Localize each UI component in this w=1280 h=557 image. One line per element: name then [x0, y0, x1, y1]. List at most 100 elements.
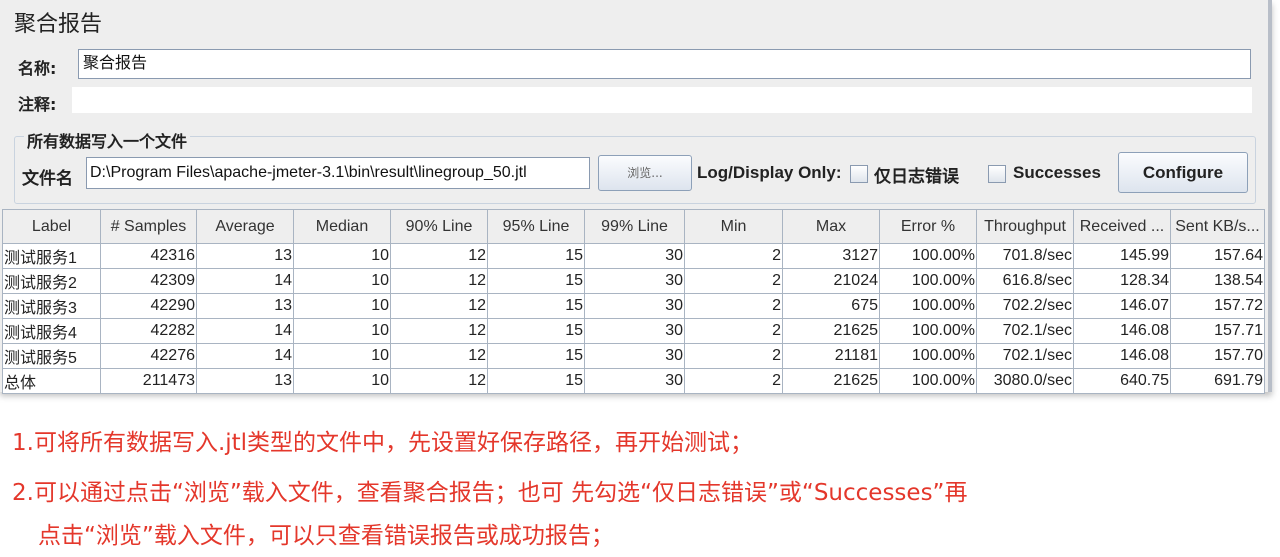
table-cell: 3080.0/sec	[976, 368, 1074, 394]
column-header[interactable]: Received ...	[1073, 209, 1171, 244]
table-cell: 14	[196, 318, 294, 344]
table-cell: 13	[196, 293, 294, 319]
table-cell: 100.00%	[879, 343, 977, 369]
table-cell: 测试服务1	[2, 243, 101, 269]
table-cell: 2	[684, 343, 783, 369]
successes-label: Successes	[1013, 163, 1101, 182]
table-cell: 测试服务3	[2, 293, 101, 319]
table-cell: 30	[584, 318, 685, 344]
table-cell: 15	[487, 318, 585, 344]
column-header[interactable]: # Samples	[100, 209, 197, 244]
table-cell: 42316	[100, 243, 197, 269]
table-cell: 100.00%	[879, 243, 977, 269]
name-input[interactable]: 聚合报告	[78, 49, 1251, 79]
note-line-2: 2.可以通过点击“浏览”载入文件，查看聚合报告；也可 先勾选“仅日志错误”或“S…	[12, 480, 968, 506]
column-header[interactable]: Min	[684, 209, 783, 244]
table-cell: 12	[390, 243, 488, 269]
table-cell: 146.08	[1073, 343, 1171, 369]
table-cell: 12	[390, 268, 488, 294]
table-cell: 21181	[782, 343, 880, 369]
browse-button[interactable]: 浏览...	[598, 155, 692, 191]
table-cell: 10	[293, 243, 391, 269]
table-row[interactable]: 测试服务5 42276 14 10 12 15 30 2 21181 100.00% 702.1/s…	[2, 343, 1265, 369]
table-cell: 100.00%	[879, 268, 977, 294]
table-row[interactable]: 测试服务4 42282 14 10 12 15 30 2 21625 100.00% 702.1/s…	[2, 318, 1265, 344]
table-cell: 157.70	[1170, 343, 1265, 369]
successes-checkbox[interactable]	[988, 165, 1006, 183]
table-cell: 测试服务2	[2, 268, 101, 294]
table-cell: 15	[487, 368, 585, 394]
table-cell: 100.00%	[879, 318, 977, 344]
panel-title: 聚合报告	[14, 12, 103, 37]
column-header[interactable]: Throughput	[976, 209, 1074, 244]
table-cell: 10	[293, 268, 391, 294]
column-header[interactable]: 99% Line	[584, 209, 685, 244]
column-header[interactable]: Max	[782, 209, 880, 244]
table-cell: 12	[390, 343, 488, 369]
column-header[interactable]: Median	[293, 209, 391, 244]
table-cell: 701.8/sec	[976, 243, 1074, 269]
results-table: Label # Samples Average Median 90% Line 95% L…	[2, 209, 1265, 394]
table-cell: 157.71	[1170, 318, 1265, 344]
file-name-input[interactable]: D:\Program Files\apache-jmeter-3.1\bin\r…	[86, 157, 590, 189]
table-cell: 138.54	[1170, 268, 1265, 294]
table-cell: 14	[196, 268, 294, 294]
log-display-label: Log/Display Only:	[697, 163, 842, 182]
table-cell: 30	[584, 368, 685, 394]
table-cell: 702.1/sec	[976, 343, 1074, 369]
table-cell: 3127	[782, 243, 880, 269]
table-cell: 10	[293, 293, 391, 319]
table-row[interactable]: 总体 211473 13 10 12 15 30 2 21625 100.00% 3080.0/se…	[2, 368, 1265, 394]
table-cell: 14	[196, 343, 294, 369]
note-line-1: 1.可将所有数据写入.jtl类型的文件中，先设置好保存路径，再开始测试；	[12, 430, 754, 456]
table-cell: 10	[293, 343, 391, 369]
column-header[interactable]: Sent KB/s...	[1170, 209, 1265, 244]
table-cell: 42282	[100, 318, 197, 344]
column-header[interactable]: Label	[2, 209, 101, 244]
file-name-label: 文件名	[22, 169, 73, 189]
table-cell: 146.07	[1073, 293, 1171, 319]
errors-checkbox[interactable]	[850, 165, 868, 183]
column-header[interactable]: 95% Line	[487, 209, 585, 244]
table-cell: 702.1/sec	[976, 318, 1074, 344]
table-cell: 145.99	[1073, 243, 1171, 269]
table-cell: 157.64	[1170, 243, 1265, 269]
table-cell: 21625	[782, 368, 880, 394]
table-cell: 211473	[100, 368, 197, 394]
table-cell: 总体	[2, 368, 101, 394]
table-cell: 30	[584, 343, 685, 369]
table-row[interactable]: 测试服务3 42290 13 10 12 15 30 2 675 100.00% 702.2/sec…	[2, 293, 1265, 319]
table-row[interactable]: 测试服务1 42316 13 10 12 15 30 2 3127 100.00% 701.8/se…	[2, 243, 1265, 269]
table-cell: 15	[487, 293, 585, 319]
column-header[interactable]: Average	[196, 209, 294, 244]
table-row[interactable]: 测试服务2 42309 14 10 12 15 30 2 21024 100.00% 616.8/s…	[2, 268, 1265, 294]
table-cell: 128.34	[1073, 268, 1171, 294]
table-cell: 702.2/sec	[976, 293, 1074, 319]
note-line-3: 点击“浏览”载入文件，可以只查看错误报告或成功报告；	[38, 523, 614, 549]
table-cell: 15	[487, 243, 585, 269]
column-header[interactable]: Error %	[879, 209, 977, 244]
table-cell: 42276	[100, 343, 197, 369]
table-cell: 30	[584, 268, 685, 294]
comment-label: 注释:	[18, 95, 57, 114]
table-cell: 42290	[100, 293, 197, 319]
table-cell: 2	[684, 368, 783, 394]
table-cell: 100.00%	[879, 368, 977, 394]
table-cell: 21024	[782, 268, 880, 294]
name-label: 名称:	[18, 59, 57, 78]
table-cell: 42309	[100, 268, 197, 294]
table-cell: 640.75	[1073, 368, 1171, 394]
table-cell: 100.00%	[879, 293, 977, 319]
column-header[interactable]: 90% Line	[390, 209, 488, 244]
table-cell: 2	[684, 243, 783, 269]
table-cell: 21625	[782, 318, 880, 344]
table-cell: 30	[584, 293, 685, 319]
errors-label: 仅日志错误	[874, 167, 959, 187]
table-cell: 157.72	[1170, 293, 1265, 319]
table-cell: 15	[487, 343, 585, 369]
group-title: 所有数据写入一个文件	[24, 128, 191, 152]
aggregate-report-panel: 聚合报告 名称: 聚合报告 注释: 所有数据写入一个文件 文件名 D:\Prog…	[0, 0, 1272, 394]
comment-input[interactable]	[72, 87, 1252, 113]
table-cell: 13	[196, 243, 294, 269]
configure-button[interactable]: Configure	[1118, 152, 1248, 193]
